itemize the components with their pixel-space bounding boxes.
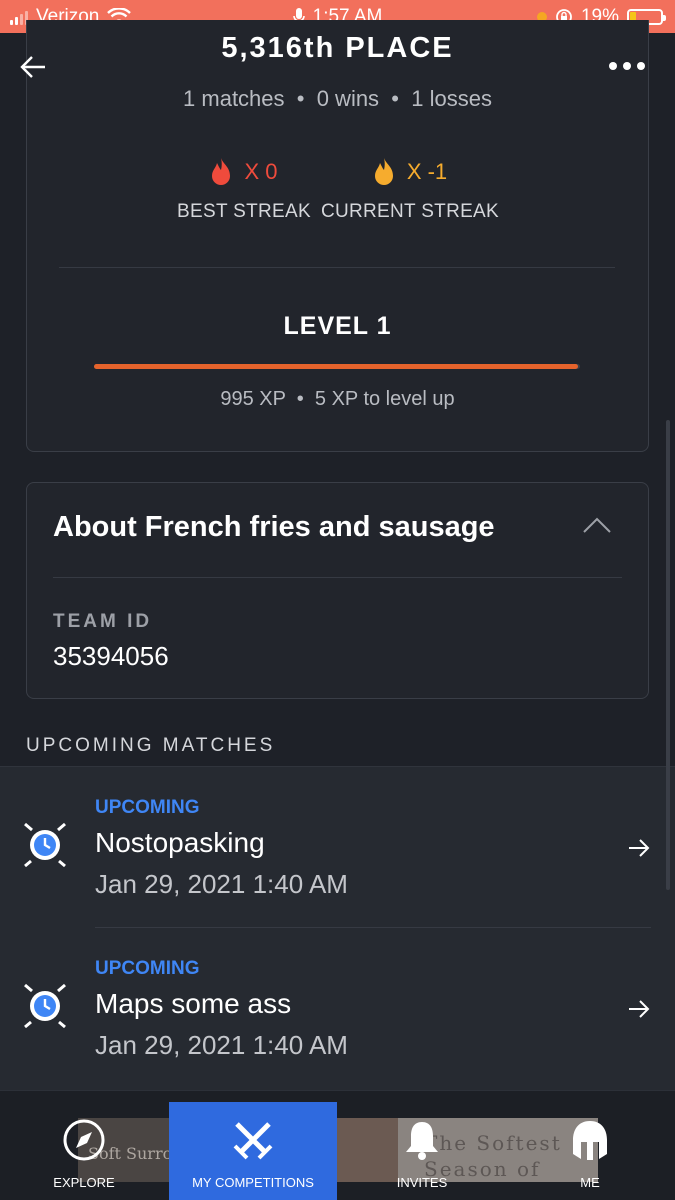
nav-label: ME bbox=[580, 1175, 600, 1190]
xp-progress-fill bbox=[94, 364, 578, 369]
arrow-right-icon bbox=[629, 839, 650, 857]
match-status: UPCOMING bbox=[95, 797, 200, 818]
alarm-clock-icon bbox=[24, 822, 66, 867]
crossed-swords-icon bbox=[233, 1122, 273, 1160]
arrow-right-icon bbox=[629, 1000, 650, 1018]
scrollbar[interactable] bbox=[666, 420, 670, 890]
current-streak-value: X -1 bbox=[406, 159, 448, 184]
current-streak-label: CURRENT STREAK bbox=[320, 201, 500, 222]
xp-value: 995 XP bbox=[220, 388, 286, 410]
divider bbox=[59, 267, 615, 268]
match-row[interactable]: UPCOMING Maps some ass Jan 29, 2021 1:40… bbox=[0, 928, 675, 1088]
flame-icon bbox=[374, 158, 393, 185]
alarm-clock-icon bbox=[24, 983, 66, 1028]
divider bbox=[53, 577, 622, 578]
matches-count: 1 matches bbox=[183, 86, 285, 111]
xp-summary: 995 XP • 5 XP to level up bbox=[0, 388, 675, 411]
match-status: UPCOMING bbox=[95, 958, 200, 979]
nav-label: EXPLORE bbox=[53, 1175, 115, 1190]
best-streak-label: BEST STREAK bbox=[177, 201, 311, 222]
bell-icon bbox=[406, 1122, 438, 1160]
losses-count: 1 losses bbox=[411, 86, 492, 111]
nav-me[interactable]: ME bbox=[540, 1090, 640, 1200]
match-row[interactable]: UPCOMING Nostopasking Jan 29, 2021 1:40 … bbox=[0, 767, 675, 927]
collapse-toggle[interactable] bbox=[582, 515, 612, 535]
nav-explore[interactable]: EXPLORE bbox=[34, 1090, 134, 1200]
team-record: 1 matches • 0 wins • 1 losses bbox=[0, 86, 675, 112]
record-separator: • bbox=[296, 86, 305, 111]
match-name: Maps some ass bbox=[95, 988, 292, 1019]
about-team-card: About French fries and sausage TEAM ID 3… bbox=[26, 482, 649, 699]
helmet-icon bbox=[573, 1121, 607, 1160]
wins-count: 0 wins bbox=[316, 86, 380, 111]
best-streak: X 0 BEST STREAK bbox=[160, 155, 328, 223]
match-date: Jan 29, 2021 1:40 AM bbox=[95, 1030, 348, 1060]
team-id-value: 35394056 bbox=[53, 641, 169, 671]
nav-invites[interactable]: INVITES bbox=[372, 1090, 472, 1200]
match-date: Jan 29, 2021 1:40 AM bbox=[95, 869, 348, 899]
team-rank: 5,316th PLACE bbox=[221, 32, 454, 64]
xp-separator: • bbox=[296, 388, 304, 410]
xp-to-level: 5 XP to level up bbox=[314, 388, 455, 410]
chevron-up-icon bbox=[583, 517, 611, 533]
record-separator: • bbox=[391, 86, 399, 111]
ad-banner[interactable]: Soft Surro The Softest Season of All bbox=[78, 1118, 598, 1182]
flame-icon bbox=[212, 158, 231, 185]
section-heading: UPCOMING MATCHES bbox=[26, 735, 276, 756]
compass-icon bbox=[63, 1119, 105, 1161]
upcoming-matches-list: UPCOMING Nostopasking Jan 29, 2021 1:40 … bbox=[0, 766, 675, 1096]
team-id-label: TEAM ID bbox=[53, 611, 153, 632]
level-title: LEVEL 1 bbox=[283, 312, 392, 340]
nav-label: MY COMPETITIONS bbox=[192, 1175, 314, 1190]
match-name: Nostopasking bbox=[95, 827, 265, 858]
current-streak: X -1 CURRENT STREAK bbox=[318, 155, 502, 223]
nav-label: INVITES bbox=[396, 1175, 448, 1190]
nav-my-competitions[interactable]: MY COMPETITIONS bbox=[169, 1102, 337, 1200]
best-streak-value: X 0 bbox=[244, 159, 278, 184]
xp-progress-bar bbox=[94, 364, 580, 369]
about-title: About French fries and sausage bbox=[53, 511, 495, 543]
